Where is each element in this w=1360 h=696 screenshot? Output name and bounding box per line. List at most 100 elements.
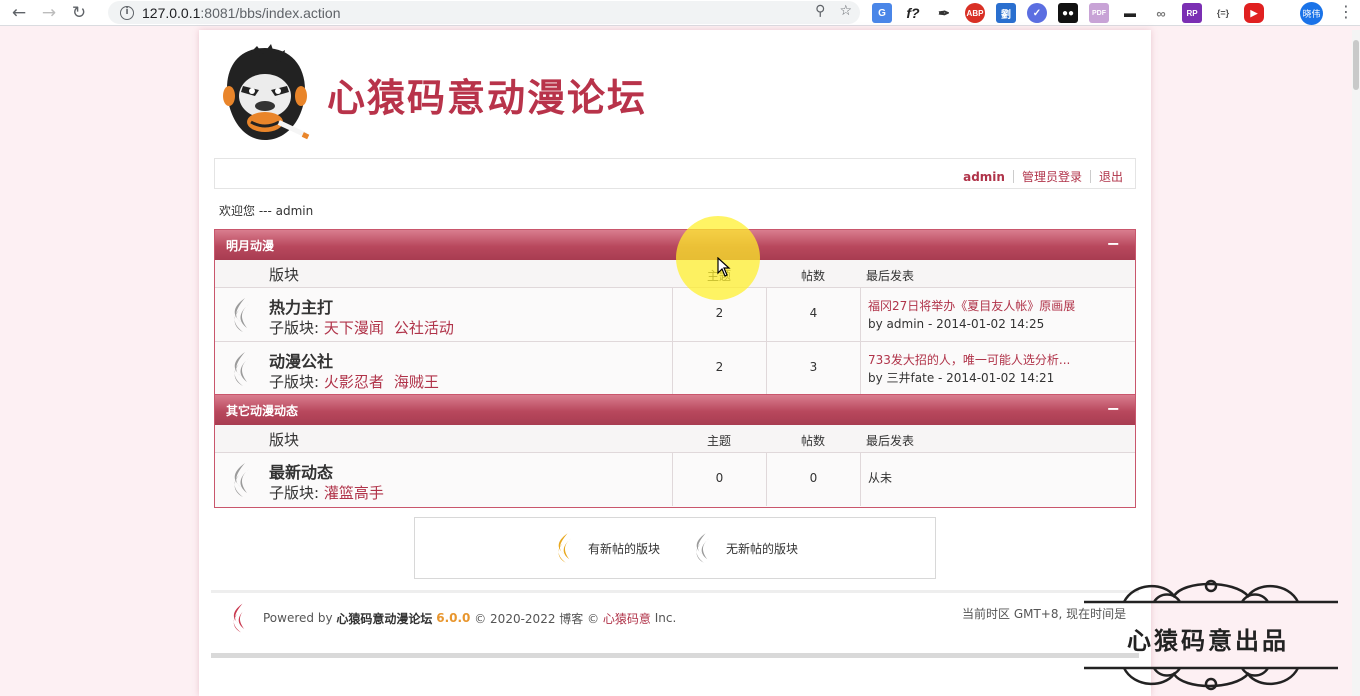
pdf-extension-icon[interactable]: PDF: [1089, 3, 1109, 23]
col-last-post: 最后发表: [866, 434, 915, 448]
check-extension-icon[interactable]: ✓: [1027, 3, 1047, 23]
category-block: 其它动漫动态 − 版块 主题 帖数 最后发表 最新动态 子版块: 灌篮高手 0 …: [214, 394, 1136, 508]
footer-divider: [211, 590, 1139, 593]
collapse-toggle-icon[interactable]: −: [1107, 399, 1120, 418]
last-post-link[interactable]: 福冈27日将举办《夏目友人帐》原画展: [868, 299, 1075, 313]
post-count: 0: [766, 453, 860, 506]
no-new-posts-icon: [234, 352, 249, 386]
sub-boards: 子版块: 灌篮高手: [269, 484, 384, 502]
footer-inc: Inc.: [654, 611, 677, 625]
bottom-bar: [211, 653, 1139, 658]
sub-board-link[interactable]: 海贼王: [394, 373, 439, 391]
last-post: 从未: [860, 453, 1136, 506]
mouse-cursor-icon: [717, 257, 731, 277]
address-bar[interactable]: i 127.0.0.1:8081/bbs/index.action ⚲ ☆: [108, 1, 860, 24]
footer-forum-name: 心猿码意动漫论坛: [336, 611, 433, 626]
legend-none-label: 无新帖的版块: [726, 541, 799, 556]
post-count: 3: [766, 342, 860, 395]
back-icon[interactable]: ←: [8, 2, 30, 24]
sub-board-link[interactable]: 天下漫闻: [324, 319, 384, 337]
board-name[interactable]: 热力主打: [269, 294, 333, 318]
reload-icon[interactable]: ↻: [68, 2, 90, 24]
forward-icon[interactable]: →: [38, 2, 60, 24]
bicycle-extension-icon[interactable]: ∞: [1151, 3, 1171, 23]
sub-boards: 子版块: 天下漫闻 公社活动: [269, 319, 454, 337]
sub-board-link[interactable]: 灌篮高手: [324, 484, 384, 502]
last-post-never: 从未: [868, 471, 893, 485]
col-board: 版块: [269, 431, 300, 449]
powered-by: Powered by: [263, 611, 333, 625]
sub-board-link[interactable]: 公社活动: [394, 319, 454, 337]
board-row: 热力主打 子版块: 天下漫闻 公社活动 2 4 福冈27日将举办《夏目友人帐》原画…: [215, 288, 1135, 342]
collapse-toggle-icon[interactable]: −: [1107, 234, 1120, 253]
site-title: 心猿码意动漫论坛: [327, 74, 648, 120]
last-post-meta: by 三井fate - 2014-01-02 14:21: [868, 371, 1055, 385]
profile-avatar[interactable]: 晓伟: [1300, 2, 1323, 25]
welcome-message: 欢迎您 --- admin: [219, 204, 314, 218]
url-text[interactable]: 127.0.0.1:8081/bbs/index.action: [142, 5, 341, 21]
rp-extension-icon[interactable]: RP: [1182, 3, 1202, 23]
no-new-posts-icon: [696, 533, 710, 563]
footer-company-link[interactable]: 心猿码意: [603, 610, 651, 627]
formula-extension-icon[interactable]: f?: [903, 3, 923, 23]
footer-copyright: © 2020-2022 博客 ©: [474, 611, 600, 626]
col-posts: 帖数: [800, 269, 825, 283]
gorilla-logo-icon: [223, 44, 310, 140]
col-posts: 帖数: [800, 434, 825, 448]
topic-count: 2: [672, 342, 766, 395]
bookmark-star-icon[interactable]: ☆: [839, 3, 852, 19]
category-header: 其它动漫动态 −: [215, 394, 1135, 425]
board-name[interactable]: 动漫公社: [269, 348, 333, 372]
legend-none: 无新帖的版块: [690, 529, 798, 567]
category-header: 明月动漫 −: [215, 229, 1135, 260]
tampermonkey-extension-icon[interactable]: ●●: [1058, 3, 1078, 23]
topic-count: 0: [672, 453, 766, 506]
footer-version: 6.0.0: [436, 611, 471, 625]
page-scrollbar[interactable]: [1352, 30, 1360, 696]
board-row: 动漫公社 子版块: 火影忍者 海贼王 2 3 733发大招的人，唯一可能人选分析.…: [215, 342, 1135, 396]
post-count: 4: [766, 288, 860, 341]
no-new-posts-icon: [234, 463, 249, 497]
forum-page: 心猿码意动漫论坛 admin 管理员登录 退出 欢迎您 --- admin 明月…: [199, 30, 1151, 696]
translate-extension-icon[interactable]: G: [872, 3, 892, 23]
last-post: 福冈27日将举办《夏目友人帐》原画展 by admin - 2014-01-02…: [860, 288, 1136, 341]
new-posts-icon: [558, 533, 572, 563]
sub-board-link[interactable]: 火影忍者: [324, 373, 384, 391]
column-header: 版块 主题 帖数 最后发表: [215, 425, 1135, 453]
category-block: 明月动漫 − 版块 主题 帖数 最后发表 热力主打 子版块: 天下漫闻公社活动 …: [214, 229, 1136, 397]
board-row: 最新动态 子版块: 灌篮高手 0 0 从未: [215, 453, 1135, 507]
divider: [1012, 170, 1014, 183]
footer-flame-icon: [233, 603, 246, 633]
dictionary-extension-icon[interactable]: 劉: [996, 3, 1016, 23]
sub-boards: 子版块: 火影忍者 海贼王: [269, 373, 439, 391]
divider: [1089, 170, 1091, 183]
video-extension-icon[interactable]: ▶: [1244, 3, 1264, 23]
watermark-text: 心猿码意出品: [1127, 626, 1289, 655]
category-title[interactable]: 其它动漫动态: [226, 402, 298, 419]
site-info-icon[interactable]: i: [120, 5, 134, 20]
legend-box: 有新帖的版块 无新帖的版块: [414, 517, 936, 579]
username-link[interactable]: admin: [963, 170, 1005, 184]
last-post-link[interactable]: 733发大招的人，唯一可能人选分析...: [868, 353, 1070, 367]
browser-toolbar: ← → ↻ i 127.0.0.1:8081/bbs/index.action …: [0, 0, 1360, 26]
last-post: 733发大招的人，唯一可能人选分析... by 三井fate - 2014-01…: [860, 342, 1136, 395]
legend-new: 有新帖的版块: [552, 529, 660, 567]
key-icon[interactable]: ⚲: [815, 3, 825, 19]
browser-menu-icon[interactable]: ⋮: [1338, 2, 1354, 21]
board-name[interactable]: 最新动态: [269, 459, 333, 483]
last-post-meta: by admin - 2014-01-02 14:25: [868, 317, 1045, 331]
eyedropper-extension-icon[interactable]: ✒: [934, 3, 954, 23]
logout-link[interactable]: 退出: [1099, 168, 1123, 185]
column-header: 版块 主题 帖数 最后发表: [215, 260, 1135, 288]
mask-extension-icon[interactable]: ▬: [1120, 3, 1140, 23]
user-bar: admin 管理员登录 退出: [214, 158, 1136, 189]
scrollbar-thumb[interactable]: [1353, 40, 1359, 90]
col-board: 版块: [269, 266, 300, 284]
admin-login-link[interactable]: 管理员登录: [1022, 168, 1082, 185]
adblock-extension-icon[interactable]: ABP: [965, 3, 985, 23]
footer: Powered by 心猿码意动漫论坛 6.0.0 © 2020-2022 博客…: [227, 602, 676, 634]
legend-new-label: 有新帖的版块: [587, 541, 660, 556]
category-title[interactable]: 明月动漫: [226, 237, 274, 254]
json-extension-icon[interactable]: {=}: [1213, 3, 1233, 23]
site-logo[interactable]: 心猿码意动漫论坛: [219, 44, 647, 144]
